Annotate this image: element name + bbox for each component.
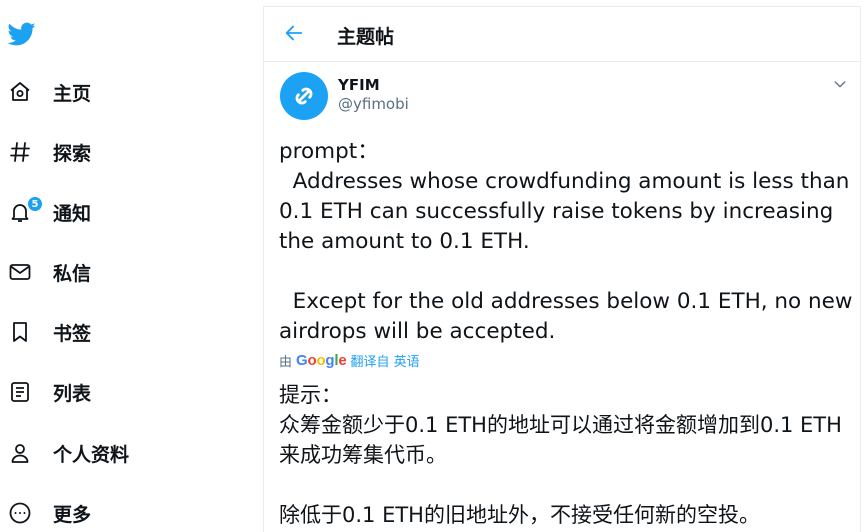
person-icon (7, 440, 33, 466)
avatar[interactable] (280, 72, 328, 120)
twitter-logo-icon[interactable] (7, 20, 37, 48)
sidebar-item-label: 探索 (53, 142, 92, 165)
envelope-icon (7, 259, 33, 285)
chevron-down-icon (832, 76, 848, 96)
translation-source-link[interactable]: 翻译自 英语 (351, 351, 420, 370)
thread-column: 主题帖 YFIM @yfimobi prompt： Addresses whos… (263, 6, 861, 532)
bell-icon: 5 (7, 196, 43, 225)
more-circle-icon (7, 500, 33, 526)
arrow-left-icon (283, 22, 305, 48)
tweet-menu-button[interactable] (830, 76, 850, 96)
sidebar: 主页 探索 5 通知 私信 书签 列表 个人资料 更多 (0, 0, 263, 532)
sidebar-item-label: 私信 (53, 262, 92, 285)
sidebar-item-label: 主页 (53, 82, 92, 105)
display-name[interactable]: YFIM (338, 76, 380, 94)
tweet-translation: 提示： 众筹金额少于0.1 ETH的地址可以通过将金额增加到0.1 ETH来成功… (279, 383, 842, 527)
translated-prefix: 由 (279, 355, 293, 370)
google-logo: Google (296, 352, 347, 369)
notification-badge: 5 (27, 196, 43, 212)
bookmark-icon (7, 319, 33, 345)
back-button[interactable] (278, 19, 310, 51)
sidebar-item-label: 通知 (53, 202, 92, 225)
sidebar-item-label: 书签 (53, 322, 92, 345)
user-handle[interactable]: @yfimobi (338, 95, 409, 113)
sidebar-item-label: 列表 (53, 382, 92, 405)
translation-attribution: 由 Google 翻译自 英语 (279, 351, 420, 370)
thread-header: 主题帖 (264, 6, 860, 62)
hashtag-icon (7, 139, 33, 165)
page-title: 主题帖 (337, 26, 395, 48)
tweet-text: prompt： Addresses whose crowdfunding amo… (279, 139, 853, 344)
sidebar-item-label: 更多 (53, 503, 92, 526)
list-icon (7, 379, 33, 405)
home-icon (7, 79, 33, 105)
sidebar-item-label: 个人资料 (53, 443, 130, 466)
